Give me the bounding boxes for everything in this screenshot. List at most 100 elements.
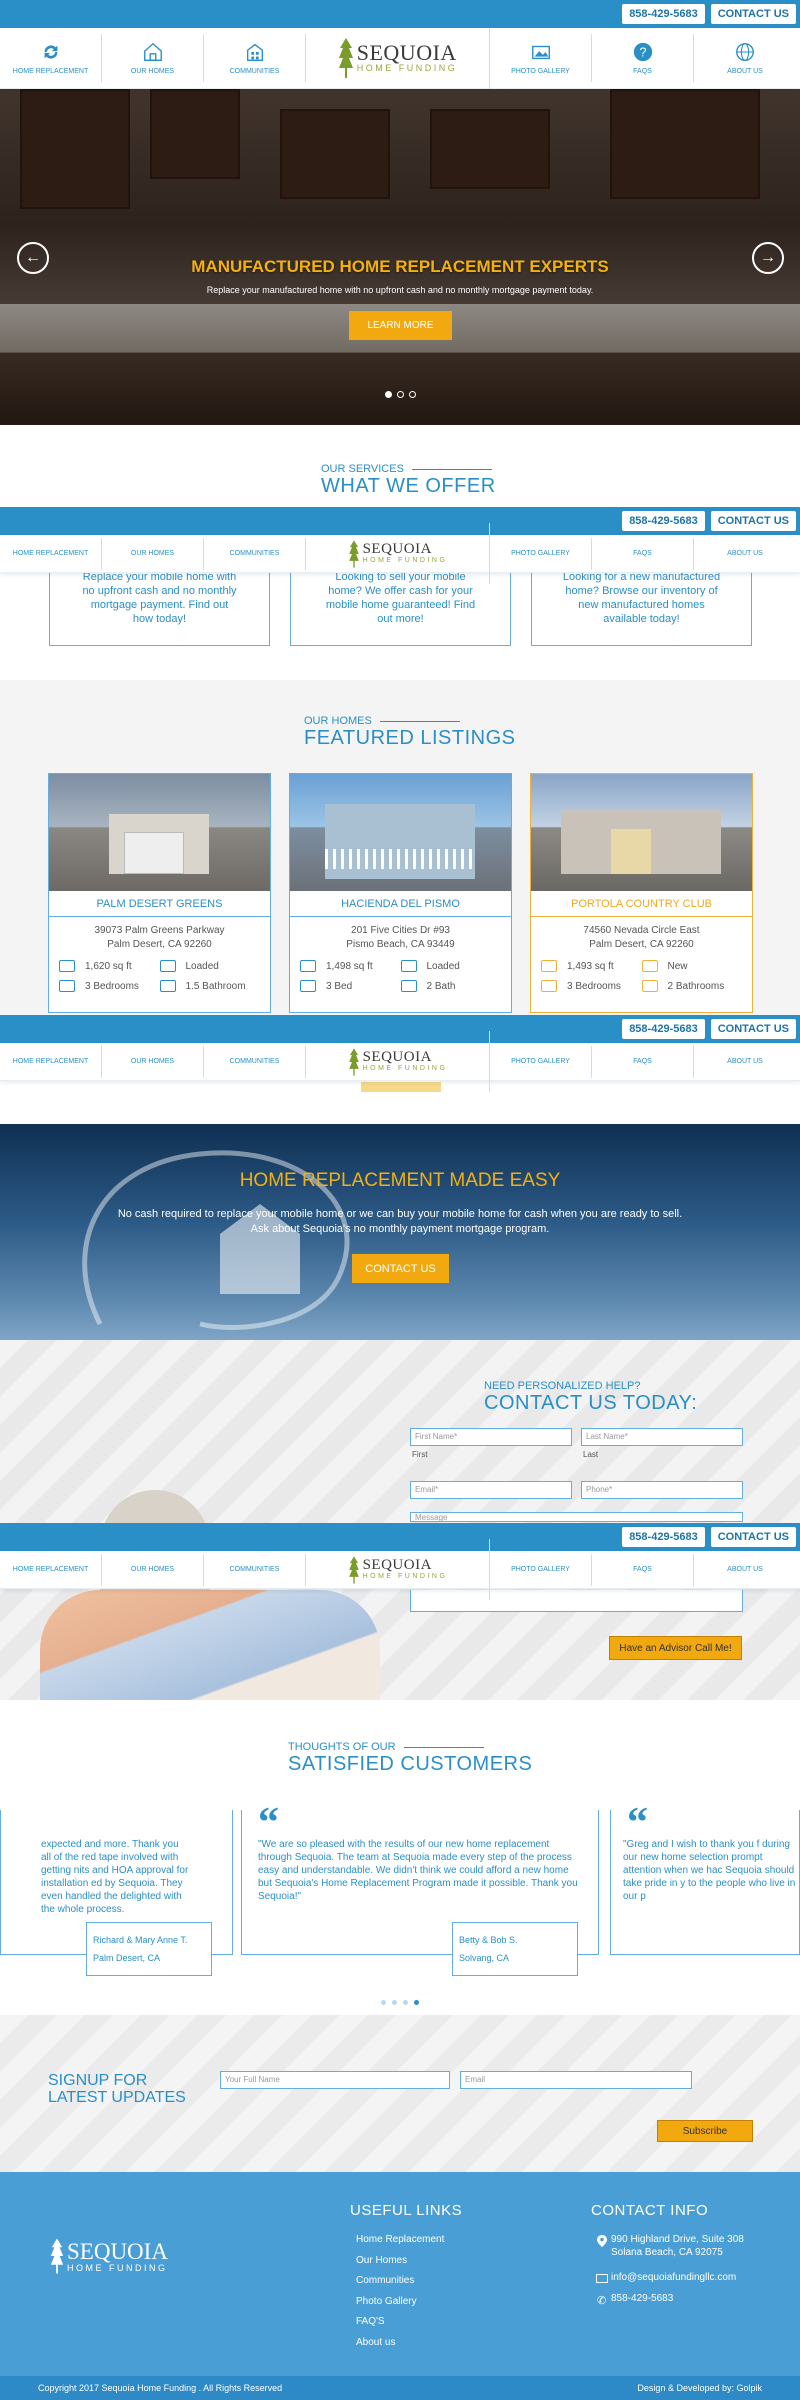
nav-our-homes[interactable]: OUR HOMES bbox=[102, 1045, 204, 1078]
globe-icon bbox=[736, 43, 754, 61]
footer-link[interactable]: Our Homes bbox=[356, 2255, 407, 2266]
nav-communities[interactable]: COMMUNITIES bbox=[204, 34, 306, 82]
nav-label: FAQS bbox=[633, 68, 652, 75]
footer-email-link[interactable]: info@sequoiafundingllc.com bbox=[611, 2272, 736, 2283]
buildings-icon bbox=[246, 43, 263, 61]
section-kicker: OUR SERVICES bbox=[321, 463, 404, 475]
slider-dot[interactable] bbox=[403, 2000, 408, 2005]
nav-communities[interactable]: COMMUNITIES bbox=[204, 1045, 306, 1078]
area-icon bbox=[300, 960, 316, 972]
contact-us-button[interactable]: CONTACT US bbox=[710, 1019, 796, 1039]
message-input[interactable]: Message bbox=[410, 1512, 743, 1522]
listing-status: Loaded bbox=[426, 960, 460, 972]
listing-beds: 3 Bed bbox=[326, 980, 353, 992]
nav-about-us[interactable]: ABOUT US bbox=[694, 538, 796, 570]
nav-communities[interactable]: COMMUNITIES bbox=[204, 1553, 306, 1586]
phone-input[interactable]: Phone* bbox=[581, 1481, 743, 1499]
hero-title: MANUFACTURED HOME REPLACEMENT EXPERTS bbox=[191, 257, 609, 276]
listing-baths: 1.5 Bathroom bbox=[185, 980, 246, 992]
listing-address: 74560 Nevada Circle East bbox=[583, 925, 700, 936]
nav-label: HOME REPLACEMENT bbox=[12, 68, 89, 75]
listing-status: Loaded bbox=[185, 960, 219, 972]
subscribe-button[interactable]: Subscribe bbox=[657, 2120, 753, 2142]
logo[interactable]: SEQUOIA HOME FUNDING bbox=[306, 1031, 490, 1092]
phone-button[interactable]: 858-429-5683 bbox=[622, 1019, 705, 1039]
nav-about-us[interactable]: ABOUT US bbox=[694, 34, 796, 82]
slider-dot[interactable] bbox=[408, 391, 416, 398]
logo[interactable]: SEQUOIA HOME FUNDING bbox=[306, 523, 490, 584]
logo[interactable]: SEQUOIA HOME FUNDING bbox=[306, 27, 490, 89]
section-title: CONTACT US TODAY: bbox=[484, 1392, 698, 1414]
nav-photo-gallery[interactable]: PHOTO GALLERY bbox=[490, 1045, 592, 1078]
footer-logo[interactable]: SEQUOIA HOME FUNDING bbox=[50, 2232, 168, 2280]
footer-link[interactable]: Communities bbox=[356, 2275, 414, 2286]
slider-dot[interactable] bbox=[392, 2000, 397, 2005]
phone-button[interactable]: 858-429-5683 bbox=[622, 4, 705, 24]
site-header-sticky: 858-429-5683 CONTACT US HOME REPLACEMENT … bbox=[0, 507, 800, 596]
listing-card[interactable]: PALM DESERT GREENS 39073 Palm Greens Par… bbox=[48, 773, 271, 1013]
nav-communities[interactable]: COMMUNITIES bbox=[204, 537, 306, 570]
section-kicker: OUR HOMES bbox=[304, 715, 372, 727]
section-kicker: NEED PERSONALIZED HELP? bbox=[484, 1380, 641, 1392]
last-name-label: Last bbox=[583, 1450, 599, 1459]
nav-home-replacement[interactable]: HOME REPLACEMENT bbox=[0, 1045, 102, 1078]
slider-dot[interactable] bbox=[414, 2000, 419, 2005]
footer-link[interactable]: Home Replacement bbox=[356, 2234, 444, 2245]
nav-our-homes[interactable]: OUR HOMES bbox=[102, 537, 204, 570]
bath-icon bbox=[159, 980, 176, 992]
phone-button[interactable]: 858-429-5683 bbox=[622, 511, 705, 531]
listing-city: Pismo Beach, CA 93449 bbox=[346, 939, 455, 950]
nav-faqs[interactable]: FAQS bbox=[592, 1045, 694, 1078]
nav-faqs[interactable]: FAQS bbox=[592, 537, 694, 570]
slider-dot[interactable] bbox=[396, 391, 404, 398]
listing-card[interactable]: HACIENDA DEL PISMO 201 Five Cities Dr #9… bbox=[289, 773, 512, 1013]
advisor-call-button[interactable]: Have an Advisor Call Me! bbox=[609, 1636, 742, 1660]
newsletter-email-input[interactable]: Email bbox=[460, 2071, 692, 2089]
learn-more-button[interactable]: LEARN MORE bbox=[349, 311, 452, 340]
nav-about-us[interactable]: ABOUT US bbox=[694, 1554, 796, 1586]
listing-card[interactable]: PORTOLA COUNTRY CLUB 74560 Nevada Circle… bbox=[530, 773, 753, 1013]
nav-faqs[interactable]: FAQS bbox=[592, 1553, 694, 1586]
nav-home-replacement[interactable]: HOME REPLACEMENT bbox=[0, 1553, 102, 1586]
full-name-input[interactable]: Your Full Name bbox=[220, 2071, 450, 2089]
section-title: SATISFIED CUSTOMERS bbox=[288, 1753, 533, 1775]
slider-dot[interactable] bbox=[381, 2000, 386, 2005]
slider-dot[interactable] bbox=[384, 391, 392, 398]
section-title: WHAT WE OFFER bbox=[321, 475, 496, 497]
footer-phone-link[interactable]: 858-429-5683 bbox=[611, 2293, 673, 2304]
nav-label: COMMUNITIES bbox=[229, 68, 280, 75]
services-heading: OUR SERVICES WHAT WE OFFER bbox=[0, 463, 800, 498]
contact-us-button[interactable]: CONTACT US bbox=[710, 4, 796, 24]
signup-title: LATEST UPDATES bbox=[48, 2089, 186, 2106]
logo[interactable]: SEQUOIA HOME FUNDING bbox=[306, 1539, 490, 1600]
first-name-input[interactable]: First Name* bbox=[410, 1428, 572, 1446]
listing-address: 201 Five Cities Dr #93 bbox=[351, 925, 450, 936]
nav-photo-gallery[interactable]: PHOTO GALLERY bbox=[490, 34, 592, 82]
banner-title: HOME REPLACEMENT MADE EASY bbox=[239, 1170, 561, 1191]
listing-baths: 2 Bathrooms bbox=[667, 980, 725, 992]
nav-our-homes[interactable]: OUR HOMES bbox=[102, 1553, 204, 1586]
footer-link[interactable]: Photo Gallery bbox=[356, 2296, 417, 2307]
footer-link[interactable]: FAQ'S bbox=[356, 2316, 385, 2327]
listing-photo bbox=[290, 774, 511, 891]
nav-photo-gallery[interactable]: PHOTO GALLERY bbox=[490, 1553, 592, 1586]
nav-photo-gallery[interactable]: PHOTO GALLERY bbox=[490, 537, 592, 570]
contact-us-button[interactable]: CONTACT US bbox=[352, 1254, 449, 1283]
features-icon bbox=[400, 960, 417, 972]
contact-us-button[interactable]: CONTACT US bbox=[710, 511, 796, 531]
nav-about-us[interactable]: ABOUT US bbox=[694, 1046, 796, 1078]
nav-home-replacement[interactable]: HOME REPLACEMENT bbox=[0, 34, 102, 82]
copyright-text: Copyright 2017 Sequoia Home Funding . Al… bbox=[38, 2383, 283, 2393]
developer-credit[interactable]: Design & Developed by: Golpik bbox=[637, 2383, 762, 2393]
site-header: 858-429-5683 CONTACT US HOME REPLACEMENT… bbox=[0, 0, 800, 89]
contact-us-button[interactable]: CONTACT US bbox=[710, 1527, 796, 1547]
nav-our-homes[interactable]: OUR HOMES bbox=[102, 34, 204, 82]
photo-icon bbox=[531, 45, 550, 60]
site-header-sticky: 858-429-5683 CONTACT US HOME REPLACEMENT … bbox=[0, 1523, 800, 1612]
last-name-input[interactable]: Last Name* bbox=[581, 1428, 743, 1446]
email-input[interactable]: Email* bbox=[410, 1481, 572, 1499]
nav-home-replacement[interactable]: HOME REPLACEMENT bbox=[0, 537, 102, 570]
nav-faqs[interactable]: ? FAQS bbox=[592, 34, 694, 82]
footer-link[interactable]: About us bbox=[356, 2337, 395, 2348]
phone-button[interactable]: 858-429-5683 bbox=[622, 1527, 705, 1547]
